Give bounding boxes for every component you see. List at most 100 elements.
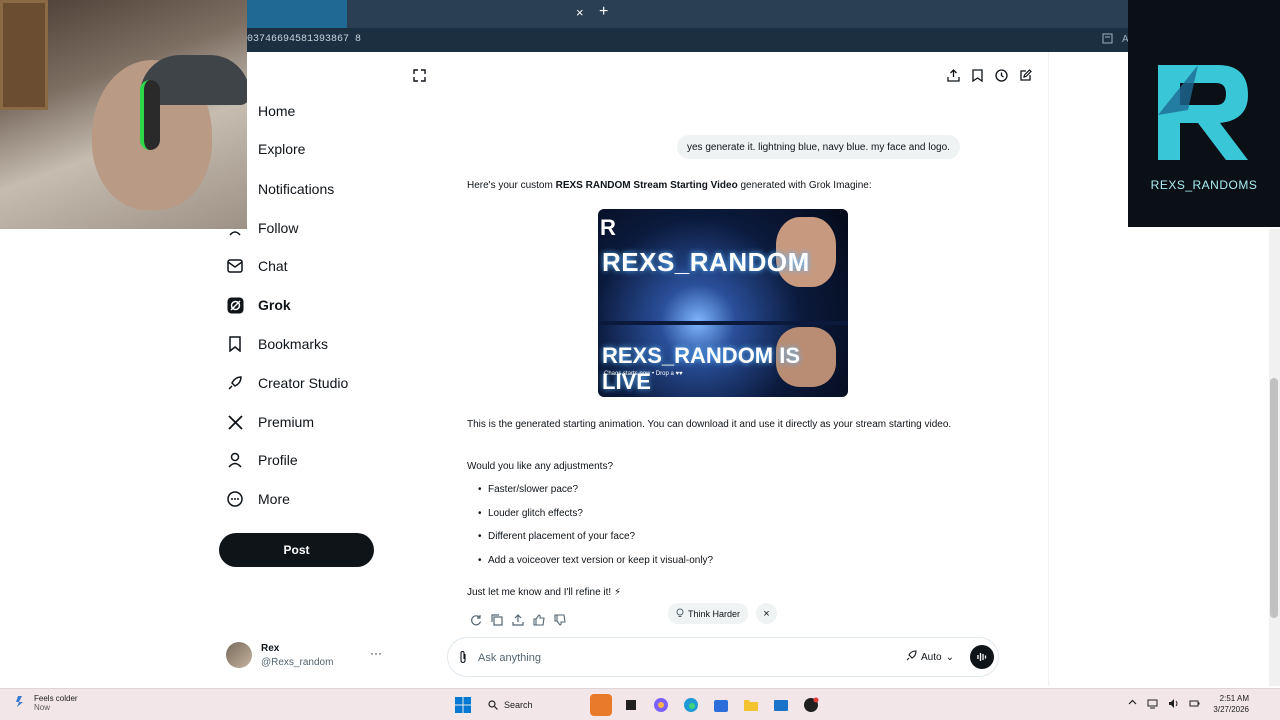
sidebar-item-label: Premium [258,414,315,430]
bookmark-icon[interactable] [970,68,984,82]
active-tab[interactable] [247,0,347,28]
news-widget-icon[interactable] [590,694,612,716]
task-view-icon[interactable] [620,694,642,716]
reader-mode-icon[interactable] [1102,33,1113,47]
ask-input[interactable] [478,648,878,668]
clock-time: 2:51 AM [1219,694,1249,703]
logo-text: REXS_RANDOMS [1150,178,1258,192]
sidebar-item-chat[interactable]: Chat [226,251,288,281]
generated-video-thumbnail[interactable]: R REXS_RANDOM REXS_RANDOM IS LIVE Chaos … [598,209,848,397]
thumbnail-logo-mark: R [600,215,616,240]
composer: Auto ⌄ [447,637,999,677]
outlook-icon[interactable] [770,694,792,716]
copy-icon[interactable] [490,613,503,626]
address-bar[interactable]: 03746694581393867 8 A [247,28,1129,52]
chat-toolbar [946,68,1032,82]
share-icon[interactable] [946,68,960,82]
headset-icon [140,80,160,150]
person-icon [226,451,244,469]
follow-icon [226,219,244,237]
sidebar-item-bookmarks[interactable]: Bookmarks [226,329,328,359]
home-icon [226,102,244,120]
weather-widget[interactable]: Feels colder Now [14,694,78,713]
list-item: Different placement of your face? [478,528,713,552]
list-item: Faster/slower pace? [478,481,713,505]
mail-icon [226,257,244,275]
grok-icon [226,296,244,314]
history-icon[interactable] [994,68,1008,82]
expand-icon[interactable] [413,69,426,87]
chevron-up-icon[interactable] [1128,698,1137,711]
sidebar-item-explore[interactable]: Explore [226,134,305,164]
bell-icon [226,180,244,198]
sidebar-item-label: More [258,491,290,507]
url-text[interactable]: 03746694581393867 8 [247,34,361,45]
regenerate-icon[interactable] [469,613,482,626]
copilot-icon[interactable] [650,694,672,716]
account-more-icon[interactable]: ··· [370,646,382,660]
store-icon[interactable] [710,694,732,716]
taskbar-search-label: Search [504,700,533,710]
waveform-icon [977,653,987,661]
thumbnail-title: REXS_RANDOM [602,247,810,277]
file-explorer-icon[interactable] [740,694,762,716]
windows-taskbar: Feels colder Now Search 2:51 AM 3/27/202… [0,688,1280,720]
sidebar-item-profile[interactable]: Profile [226,445,298,475]
more-circle-icon [226,490,244,508]
sidebar-item-label: Profile [258,452,298,468]
sidebar-item-label: Explore [258,141,306,157]
sidebar-item-creator-studio[interactable]: Creator Studio [226,368,348,398]
sidebar-item-label: Follow [258,220,299,236]
attach-icon[interactable] [458,650,468,669]
thumbs-down-icon[interactable] [553,613,566,626]
sidebar-item-more[interactable]: More [226,484,290,514]
voice-mode-button[interactable] [970,645,994,669]
adjustment-list: Faster/slower pace? Louder glitch effect… [478,481,713,576]
post-button[interactable]: Post [219,533,374,567]
list-item: Add a voiceover text version or keep it … [478,552,713,576]
thumbnail-caption: Chaos starts now • Drop a ♥♥ [604,371,683,377]
mode-label: Auto [921,651,942,663]
taskbar-clock[interactable]: 2:51 AM 3/27/2026 [1203,693,1249,715]
taskbar-apps: Search [452,694,822,716]
clock-date: 3/27/2026 [1213,705,1249,714]
tab-close-button[interactable]: × [576,5,584,20]
list-item: Louder glitch effects? [478,505,713,529]
obs-icon[interactable] [800,694,822,716]
intro-suffix: generated with Grok Imagine: [737,180,872,191]
search-icon [488,700,498,710]
account-switcher[interactable]: Rex @Rexs_random ··· [226,642,386,672]
browser-tab-bar: × + [247,0,1128,28]
windows-start-icon[interactable] [452,694,474,716]
mode-selector[interactable]: Auto ⌄ [906,650,954,664]
pane-divider [1048,52,1049,686]
sidebar-item-label: Creator Studio [258,375,349,391]
response-question: Would you like any adjustments? [467,461,614,472]
sidebar-item-label: Grok [258,297,291,313]
weather-sub: Now [34,703,51,712]
sidebar-item-grok[interactable]: Grok [226,290,291,320]
dismiss-suggestion-button[interactable]: × [756,603,777,624]
sidebar-item-home[interactable]: Home [226,96,295,126]
speaker-icon[interactable] [1168,698,1179,711]
taskbar-search[interactable]: Search [482,694,582,716]
chevron-down-icon: ⌄ [945,651,954,663]
thumbnail-live-title: REXS_RANDOM IS LIVE [602,343,801,394]
rocket-icon [906,650,917,664]
new-tab-button[interactable]: + [599,3,608,21]
sidebar-item-premium[interactable]: Premium [226,407,314,437]
sidebar-item-follow[interactable]: Follow [226,213,298,243]
intro-title: REXS RANDOM Stream Starting Video [555,180,738,191]
new-chat-icon[interactable] [1018,68,1032,82]
thumbnail-divider [598,321,848,325]
network-icon[interactable] [1147,698,1158,711]
edge-browser-icon[interactable] [680,694,702,716]
battery-icon[interactable] [1189,698,1200,711]
sidebar-item-notifications[interactable]: Notifications [226,174,334,204]
share-icon[interactable] [511,613,524,626]
think-harder-button[interactable]: Think Harder [668,603,749,624]
scrollbar-thumb[interactable] [1270,378,1278,618]
thumbs-up-icon[interactable] [532,613,545,626]
response-description: This is the generated starting animation… [467,419,952,430]
system-tray [1128,698,1200,711]
